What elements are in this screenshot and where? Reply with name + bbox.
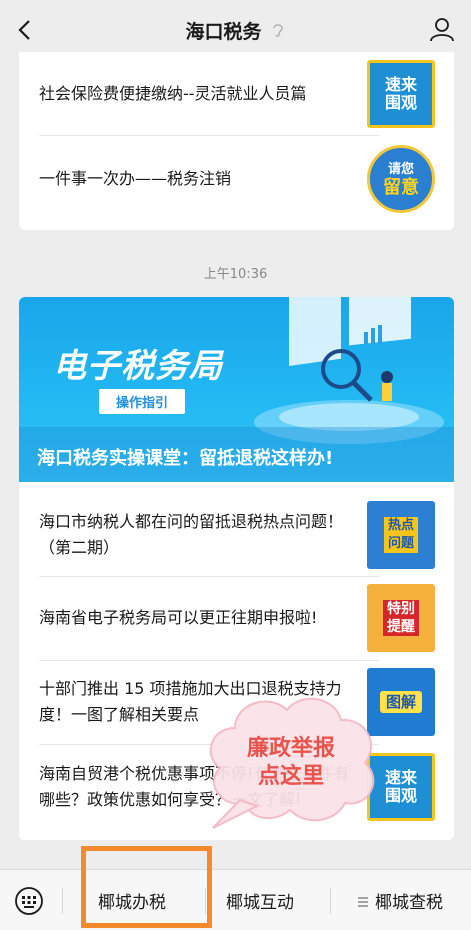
menu-item-yecheng-interact[interactable]: 椰城互动 (226, 888, 294, 913)
guide-button[interactable]: 操作指引 (99, 389, 185, 414)
page-title: 海口税务 (185, 20, 262, 43)
list-item[interactable]: 海南省电子税务局可以更正往期申报啦! 特别 提醒 (39, 584, 435, 652)
article-title: 海口市纳税人都在问的留抵退税热点问题！（第二期） (39, 512, 344, 557)
thumb-text: 图解 (379, 691, 422, 713)
top-bar: 海口税务 (0, 0, 471, 60)
article-thumbnail: 请您 留意 (367, 145, 435, 213)
article-thumbnail: 速来 围观 (367, 60, 435, 128)
title-wrap: 海口税务 (185, 17, 285, 44)
report-text-line1: 廉政举报 (246, 736, 335, 761)
banner[interactable]: 电子税务局 操作指引 海口税务实操课堂：留抵退税这样办! (19, 297, 454, 482)
ear-icon (272, 24, 283, 37)
banner-caption: 海口税务实操课堂：留抵退税这样办! (37, 448, 334, 469)
menu-separator (330, 888, 331, 914)
article-title: 海南省电子税务局可以更正往期申报啦! (39, 608, 318, 627)
thumb-text: 速来 (384, 768, 417, 787)
divider (39, 135, 379, 136)
article-card-1: 社会保险费便捷缴纳--灵活就业人员篇 速来 围观 一件事一次办——税务注销 请您… (19, 52, 454, 230)
list-item[interactable]: 海口市纳税人都在问的留抵退税热点问题！（第二期） 热点 问题 (39, 501, 435, 569)
menu-item-yecheng-check[interactable]: 椰城查税 (375, 888, 443, 913)
thumb-text: 速来 (384, 75, 417, 94)
article-title: 社会保险费便捷缴纳--灵活就业人员篇 (39, 84, 307, 103)
list-item[interactable]: 社会保险费便捷缴纳--灵活就业人员篇 速来 围观 (39, 60, 435, 128)
thumb-text: 围观 (384, 93, 417, 112)
highlight-box (81, 846, 212, 928)
article-thumbnail: 热点 问题 (367, 501, 435, 569)
keyboard-icon[interactable] (14, 886, 44, 916)
bottom-menu: 椰城办税 椰城互动 椰城查税 (0, 869, 471, 930)
list-item[interactable]: 一件事一次办——税务注销 请您 留意 (39, 145, 435, 213)
banner-title: 电子税务局 (53, 346, 223, 385)
thumb-text: 留意 (383, 177, 419, 198)
thumb-text: 热点 (383, 517, 418, 535)
submenu-lines-icon (358, 897, 368, 907)
thumb-text: 特别 (383, 600, 419, 618)
profile-icon[interactable] (429, 16, 455, 42)
message-timestamp: 上午10:36 (203, 267, 268, 282)
report-cloud-text[interactable]: 廉政举报 点这里 (231, 735, 351, 791)
back-arrow-icon[interactable] (14, 18, 38, 42)
article-title: 一件事一次办——税务注销 (39, 169, 232, 188)
thumb-text: 提醒 (383, 618, 419, 636)
divider (39, 576, 379, 577)
thumb-text: 围观 (384, 786, 417, 805)
thumb-text: 问题 (383, 535, 418, 553)
report-text-line2: 点这里 (257, 764, 324, 789)
article-thumbnail: 特别 提醒 (367, 584, 435, 652)
menu-separator (62, 888, 63, 914)
divider (39, 660, 379, 661)
